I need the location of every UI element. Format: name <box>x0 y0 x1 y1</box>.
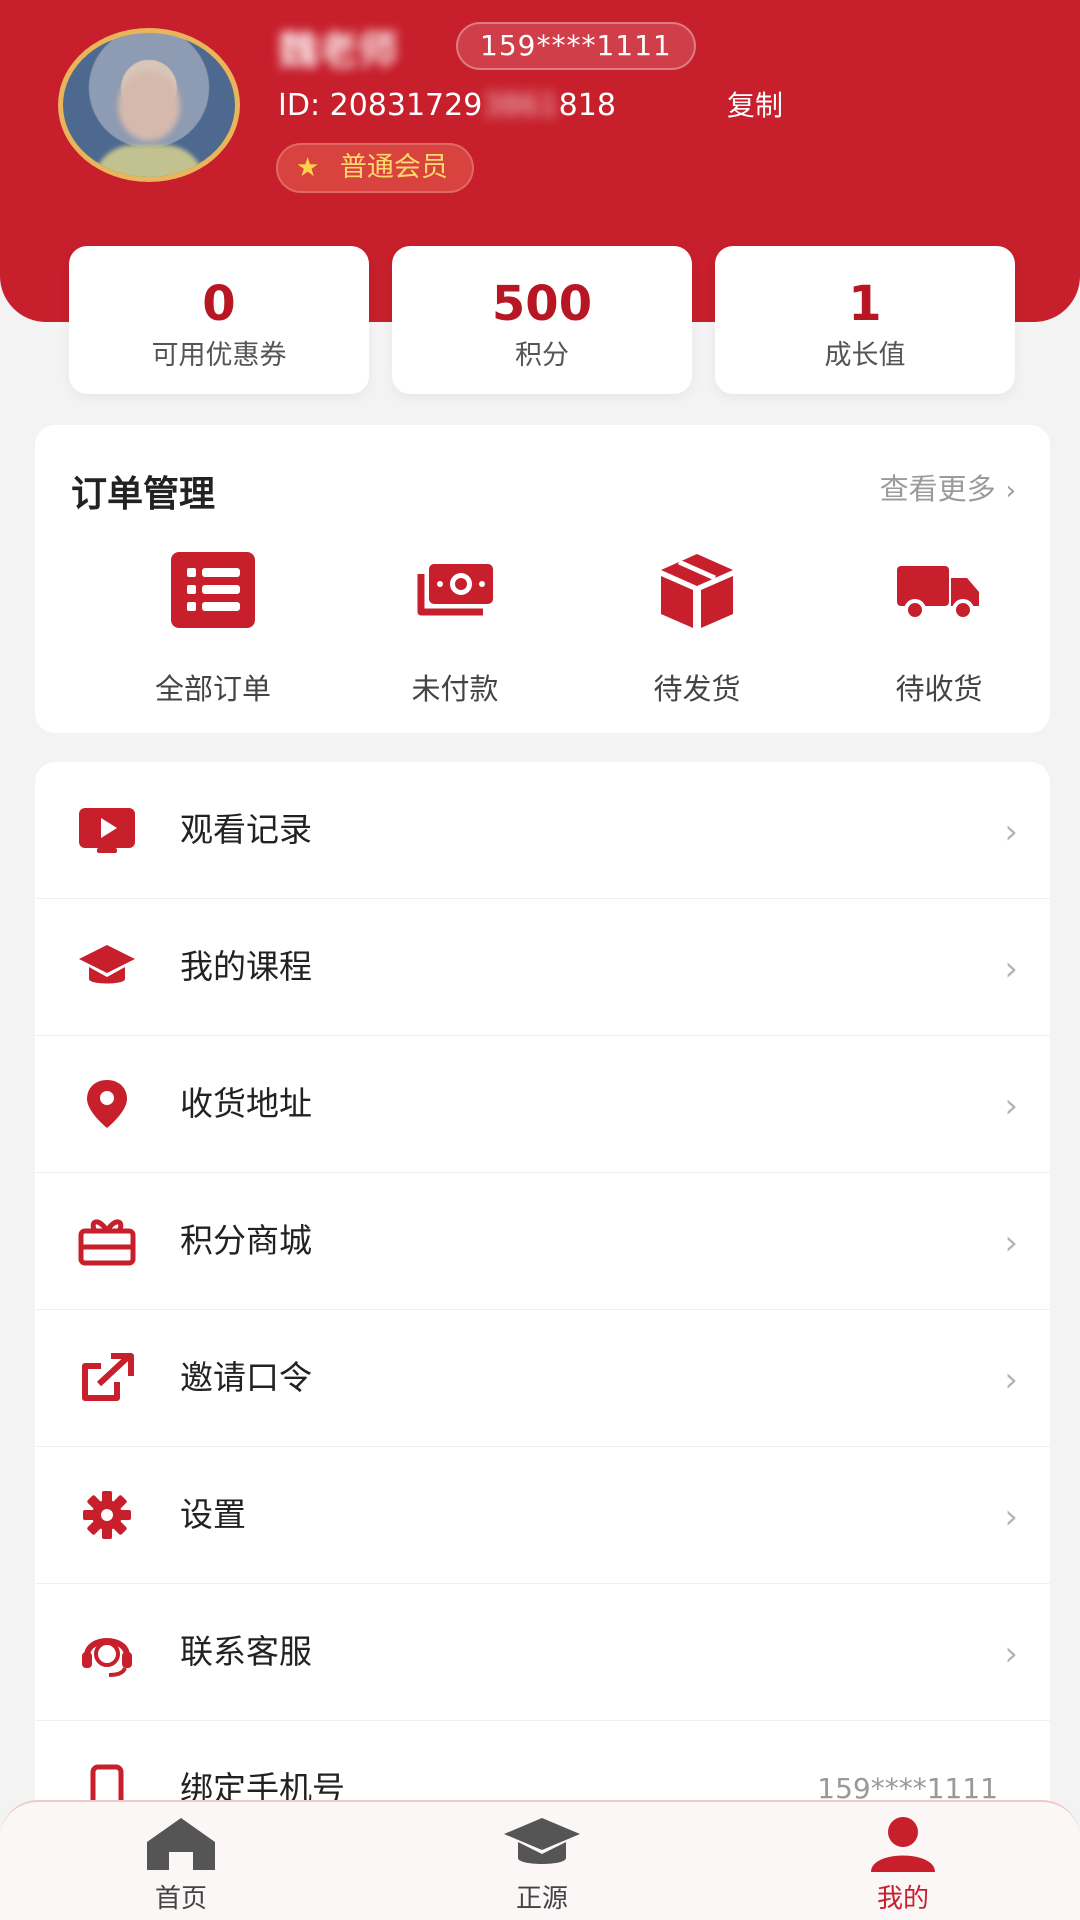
order-to-receive-label: 待收货 <box>895 672 983 706</box>
coupon-label: 可用优惠券 <box>151 340 287 371</box>
user-id-prefix: 20831729 <box>329 88 483 123</box>
gift-box-icon <box>78 1219 136 1266</box>
tab-mine[interactable]: 我的 <box>828 1814 978 1916</box>
cash-icon <box>417 564 493 616</box>
chevron-right-icon: › <box>1005 476 1016 506</box>
user-id-hidden: 3861 <box>482 88 559 123</box>
member-level-label: 普通会员 <box>339 152 448 183</box>
menu-item-points-mall[interactable]: 积分商城 › <box>35 1173 1050 1310</box>
graduation-cap-icon <box>504 1818 580 1864</box>
tab-home[interactable]: 首页 <box>106 1814 256 1916</box>
copy-id-button[interactable]: 复制 <box>727 84 783 128</box>
menu-item-invite-code[interactable]: 邀请口令 › <box>35 1310 1050 1447</box>
home-icon <box>147 1818 215 1870</box>
menu-item-label: 观看记录 <box>180 810 312 849</box>
tab-zhengyuan[interactable]: 正源 <box>467 1814 617 1916</box>
gear-icon <box>83 1491 131 1539</box>
phone-badge: 159****1111 <box>456 22 696 70</box>
coupon-stat-card[interactable]: 0 可用优惠券 <box>69 246 369 394</box>
menu-item-address[interactable]: 收货地址 › <box>35 1036 1050 1173</box>
growth-count: 1 <box>848 276 882 332</box>
order-unpaid-label: 未付款 <box>411 672 499 706</box>
menu-list: 观看记录 › 我的课程 › 收货地址 › 积分商城 › 邀请口令 › 设置 › … <box>35 762 1050 1808</box>
play-icon <box>79 808 135 853</box>
user-id-suffix: 818 <box>558 88 616 123</box>
star-icon: ★ <box>296 153 320 183</box>
coupon-count: 0 <box>202 276 236 332</box>
tab-home-label: 首页 <box>154 1884 207 1914</box>
growth-stat-card[interactable]: 1 成长值 <box>715 246 1015 394</box>
order-management-title: 订单管理 <box>71 474 216 515</box>
bottom-tab-bar: 首页 正源 我的 <box>0 1800 1080 1920</box>
avatar[interactable] <box>58 28 240 182</box>
menu-item-label: 设置 <box>180 1495 246 1534</box>
tab-mine-label: 我的 <box>876 1884 929 1914</box>
menu-item-label: 积分商城 <box>180 1221 312 1260</box>
order-management-card: 订单管理 查看更多 › 全部订单 未付款 待发货 待收货 <box>35 425 1050 733</box>
menu-item-my-courses[interactable]: 我的课程 › <box>35 899 1050 1036</box>
menu-item-bind-phone[interactable]: 绑定手机号 159****1111 <box>35 1721 1050 1808</box>
user-id-label: ID: <box>278 88 321 123</box>
order-to-receive[interactable]: 待收货 <box>829 550 1049 708</box>
truck-icon <box>897 566 979 621</box>
menu-item-customer-service[interactable]: 联系客服 › <box>35 1584 1050 1721</box>
share-icon <box>82 1353 134 1401</box>
tab-zhengyuan-label: 正源 <box>515 1884 568 1914</box>
order-to-ship-label: 待发货 <box>653 672 741 706</box>
view-more-button[interactable]: 查看更多 › <box>880 465 1016 515</box>
graduation-cap-icon <box>79 945 135 984</box>
points-stat-card[interactable]: 500 积分 <box>392 246 692 394</box>
order-to-ship[interactable]: 待发货 <box>587 550 807 708</box>
chevron-right-icon: › <box>1004 949 1018 989</box>
person-icon <box>871 1817 935 1872</box>
chevron-right-icon: › <box>1004 1360 1018 1400</box>
growth-label: 成长值 <box>824 340 906 371</box>
menu-item-label: 我的课程 <box>180 947 312 986</box>
location-pin-icon <box>87 1080 127 1128</box>
menu-item-watch-history[interactable]: 观看记录 › <box>35 762 1050 899</box>
menu-item-settings[interactable]: 设置 › <box>35 1447 1050 1584</box>
package-icon <box>661 554 733 628</box>
points-label: 积分 <box>515 340 569 371</box>
avatar-face <box>118 71 180 141</box>
points-count: 500 <box>491 276 593 332</box>
view-more-label: 查看更多 <box>879 472 996 506</box>
user-id: ID: 208317293861818 <box>278 84 616 128</box>
chevron-right-icon: › <box>1004 1223 1018 1263</box>
chevron-right-icon: › <box>1004 1086 1018 1126</box>
menu-item-label: 邀请口令 <box>180 1358 312 1397</box>
username: 魏老师 <box>278 28 398 74</box>
chevron-right-icon: › <box>1004 812 1018 852</box>
order-all[interactable]: 全部订单 <box>103 550 323 708</box>
menu-item-label: 联系客服 <box>180 1632 312 1671</box>
avatar-body <box>93 145 205 177</box>
chevron-right-icon: › <box>1004 1497 1018 1537</box>
order-unpaid[interactable]: 未付款 <box>345 550 565 708</box>
chevron-right-icon: › <box>1004 1634 1018 1674</box>
list-icon <box>171 552 255 628</box>
order-all-label: 全部订单 <box>154 672 271 706</box>
menu-item-label: 收货地址 <box>180 1084 312 1123</box>
member-level-badge[interactable]: ★ 普通会员 <box>276 143 474 193</box>
headset-icon <box>82 1638 132 1677</box>
